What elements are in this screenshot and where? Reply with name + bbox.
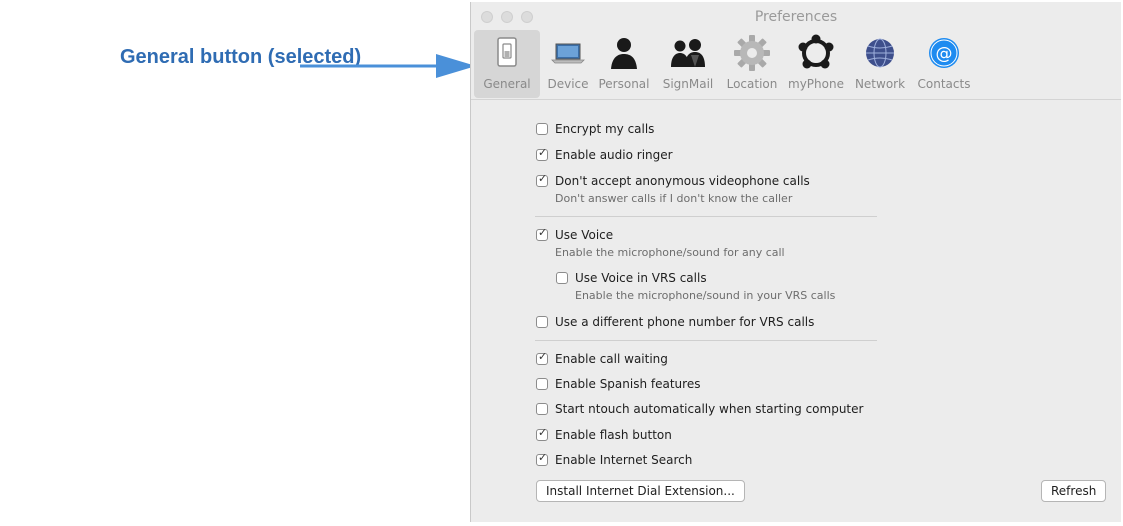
autostart-checkbox[interactable]: Start ntouch automatically when starting…	[536, 402, 863, 416]
checkbox-box[interactable]	[536, 172, 548, 187]
checkbox-box[interactable]	[536, 123, 548, 135]
option-label: Enable audio ringer	[555, 148, 673, 162]
switch-icon	[497, 37, 517, 67]
general-settings-panel: Encrypt my calls Enable audio ringer Don…	[471, 100, 1121, 522]
preferences-toolbar: General Device Personal SignMail Locatio…	[471, 30, 1121, 100]
checkbox-box[interactable]	[536, 426, 548, 441]
option-description: Enable the microphone/sound for any call	[555, 246, 785, 259]
checkbox-box[interactable]	[536, 226, 548, 241]
option-description: Don't answer calls if I don't know the c…	[555, 192, 793, 205]
toolbar-label: Contacts	[917, 77, 971, 91]
encrypt-calls-checkbox[interactable]: Encrypt my calls	[536, 122, 654, 136]
call-waiting-checkbox[interactable]: Enable call waiting	[536, 350, 668, 366]
option-label: Enable Internet Search	[555, 453, 693, 467]
checkbox-box[interactable]	[536, 350, 548, 365]
callout-arrow	[300, 54, 476, 78]
option-label: Use a different phone number for VRS cal…	[555, 315, 815, 329]
gear-icon	[734, 35, 770, 71]
option-label: Enable Spanish features	[555, 377, 701, 391]
option-label: Use Voice in VRS calls	[575, 271, 707, 285]
people-icon	[671, 39, 705, 67]
option-label: Encrypt my calls	[555, 122, 655, 136]
flash-button-checkbox[interactable]: Enable flash button	[536, 426, 672, 442]
person-icon	[611, 38, 637, 69]
section-divider	[535, 340, 877, 341]
checkbox-box[interactable]	[536, 451, 548, 466]
checkbox-box[interactable]	[536, 316, 548, 328]
title-bar: Preferences	[471, 2, 1121, 32]
refresh-button[interactable]: Refresh	[1041, 480, 1107, 502]
at-icon: @	[929, 38, 959, 68]
anonymous-calls-checkbox[interactable]: Don't accept anonymous videophone calls	[536, 172, 810, 188]
option-description: Enable the microphone/sound in your VRS …	[575, 289, 836, 302]
internet-search-checkbox[interactable]: Enable Internet Search	[536, 451, 693, 467]
checkbox-box[interactable]	[556, 272, 568, 284]
checkbox-box[interactable]	[536, 403, 548, 415]
ring-icon	[798, 34, 834, 69]
use-voice-checkbox[interactable]: Use Voice	[536, 226, 614, 242]
spanish-features-checkbox[interactable]: Enable Spanish features	[536, 377, 700, 391]
toolbar-contacts-button[interactable]: @ Contacts	[911, 30, 977, 98]
option-label: Use Voice	[555, 228, 614, 242]
laptop-icon	[551, 43, 585, 64]
option-label: Don't accept anonymous videophone calls	[555, 174, 810, 188]
option-label: Enable call waiting	[555, 352, 668, 366]
option-label: Start ntouch automatically when starting…	[555, 402, 864, 416]
option-label: Enable flash button	[555, 428, 672, 442]
checkbox-box[interactable]	[536, 146, 548, 161]
audio-ringer-checkbox[interactable]: Enable audio ringer	[536, 146, 673, 162]
voice-vrs-checkbox[interactable]: Use Voice in VRS calls	[556, 271, 707, 285]
svg-text:@: @	[936, 44, 953, 64]
globe-icon	[866, 38, 894, 68]
section-divider	[535, 216, 877, 217]
checkbox-box[interactable]	[536, 378, 548, 390]
preferences-window: Preferences General Device Personal Sign…	[470, 2, 1121, 522]
window-title: Preferences	[754, 9, 838, 25]
install-dial-extension-button[interactable]: Install Internet Dial Extension...	[536, 480, 745, 502]
different-number-checkbox[interactable]: Use a different phone number for VRS cal…	[536, 315, 814, 329]
